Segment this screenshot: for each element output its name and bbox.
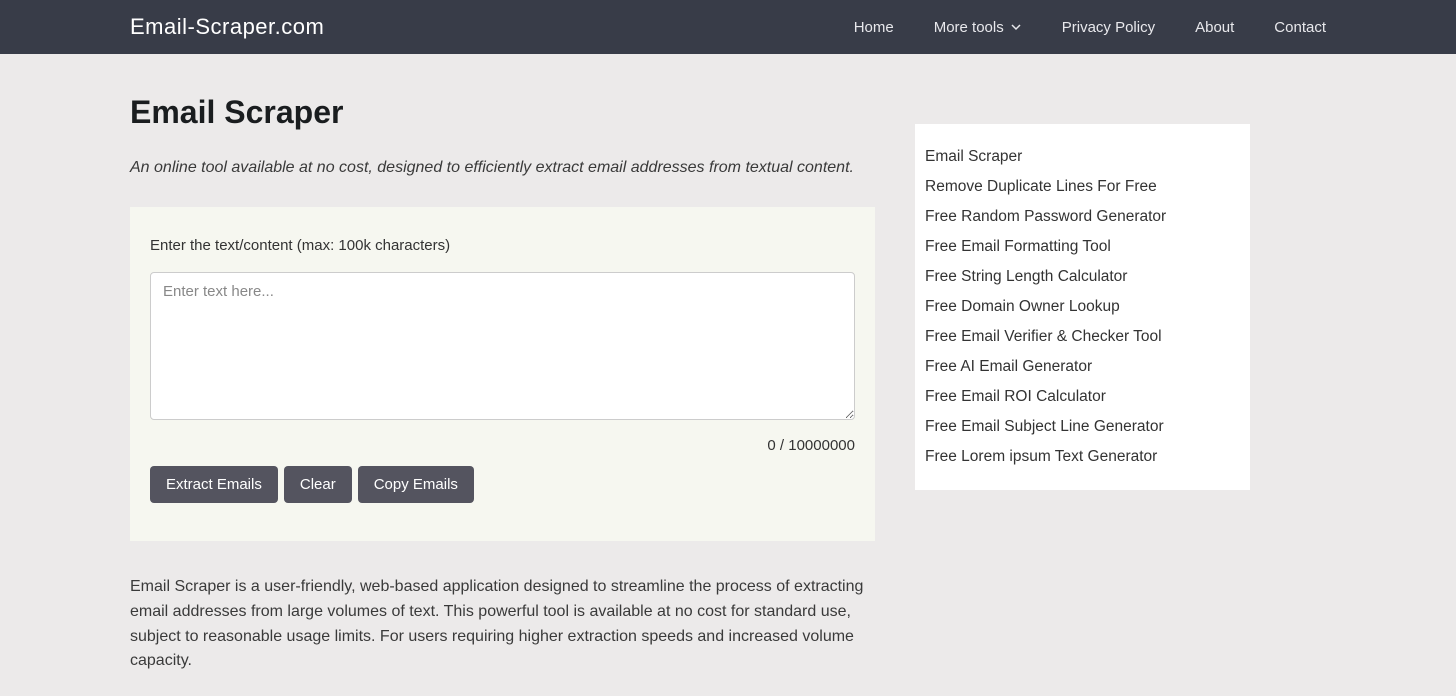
nav-more-tools[interactable]: More tools (934, 19, 1022, 36)
sidebar-item-email-verifier[interactable]: Free Email Verifier & Checker Tool (925, 322, 1240, 352)
sidebar-item-password-generator[interactable]: Free Random Password Generator (925, 202, 1240, 232)
sidebar-item-remove-duplicate-lines[interactable]: Remove Duplicate Lines For Free (925, 172, 1240, 202)
main-nav: Home More tools Privacy Policy About Con… (854, 19, 1326, 36)
nav-home[interactable]: Home (854, 19, 894, 36)
sidebar-item-email-formatting[interactable]: Free Email Formatting Tool (925, 232, 1240, 262)
description-text: Email Scraper is a user-friendly, web-ba… (130, 575, 875, 674)
character-counter: 0 / 10000000 (150, 437, 855, 454)
sidebar: Email Scraper Remove Duplicate Lines For… (915, 124, 1250, 490)
copy-emails-button[interactable]: Copy Emails (358, 466, 474, 503)
page-subtitle: An online tool available at no cost, des… (130, 159, 875, 177)
content-textarea[interactable] (150, 272, 855, 420)
logo[interactable]: Email-Scraper.com (130, 14, 324, 40)
nav-about[interactable]: About (1195, 19, 1234, 36)
input-label: Enter the text/content (max: 100k charac… (150, 237, 855, 254)
nav-privacy[interactable]: Privacy Policy (1062, 19, 1155, 36)
sidebar-item-email-scraper[interactable]: Email Scraper (925, 142, 1240, 172)
header: Email-Scraper.com Home More tools Privac… (0, 0, 1456, 54)
clear-button[interactable]: Clear (284, 466, 352, 503)
sidebar-item-lorem-ipsum[interactable]: Free Lorem ipsum Text Generator (925, 442, 1240, 472)
sidebar-item-string-length[interactable]: Free String Length Calculator (925, 262, 1240, 292)
sidebar-item-roi-calculator[interactable]: Free Email ROI Calculator (925, 382, 1240, 412)
tool-box: Enter the text/content (max: 100k charac… (130, 207, 875, 541)
page-title: Email Scraper (130, 94, 875, 131)
sidebar-item-domain-lookup[interactable]: Free Domain Owner Lookup (925, 292, 1240, 322)
sidebar-item-subject-line-generator[interactable]: Free Email Subject Line Generator (925, 412, 1240, 442)
nav-more-tools-label: More tools (934, 19, 1004, 36)
extract-emails-button[interactable]: Extract Emails (150, 466, 278, 503)
nav-contact[interactable]: Contact (1274, 19, 1326, 36)
sidebar-item-ai-email-generator[interactable]: Free AI Email Generator (925, 352, 1240, 382)
chevron-down-icon (1010, 21, 1022, 33)
